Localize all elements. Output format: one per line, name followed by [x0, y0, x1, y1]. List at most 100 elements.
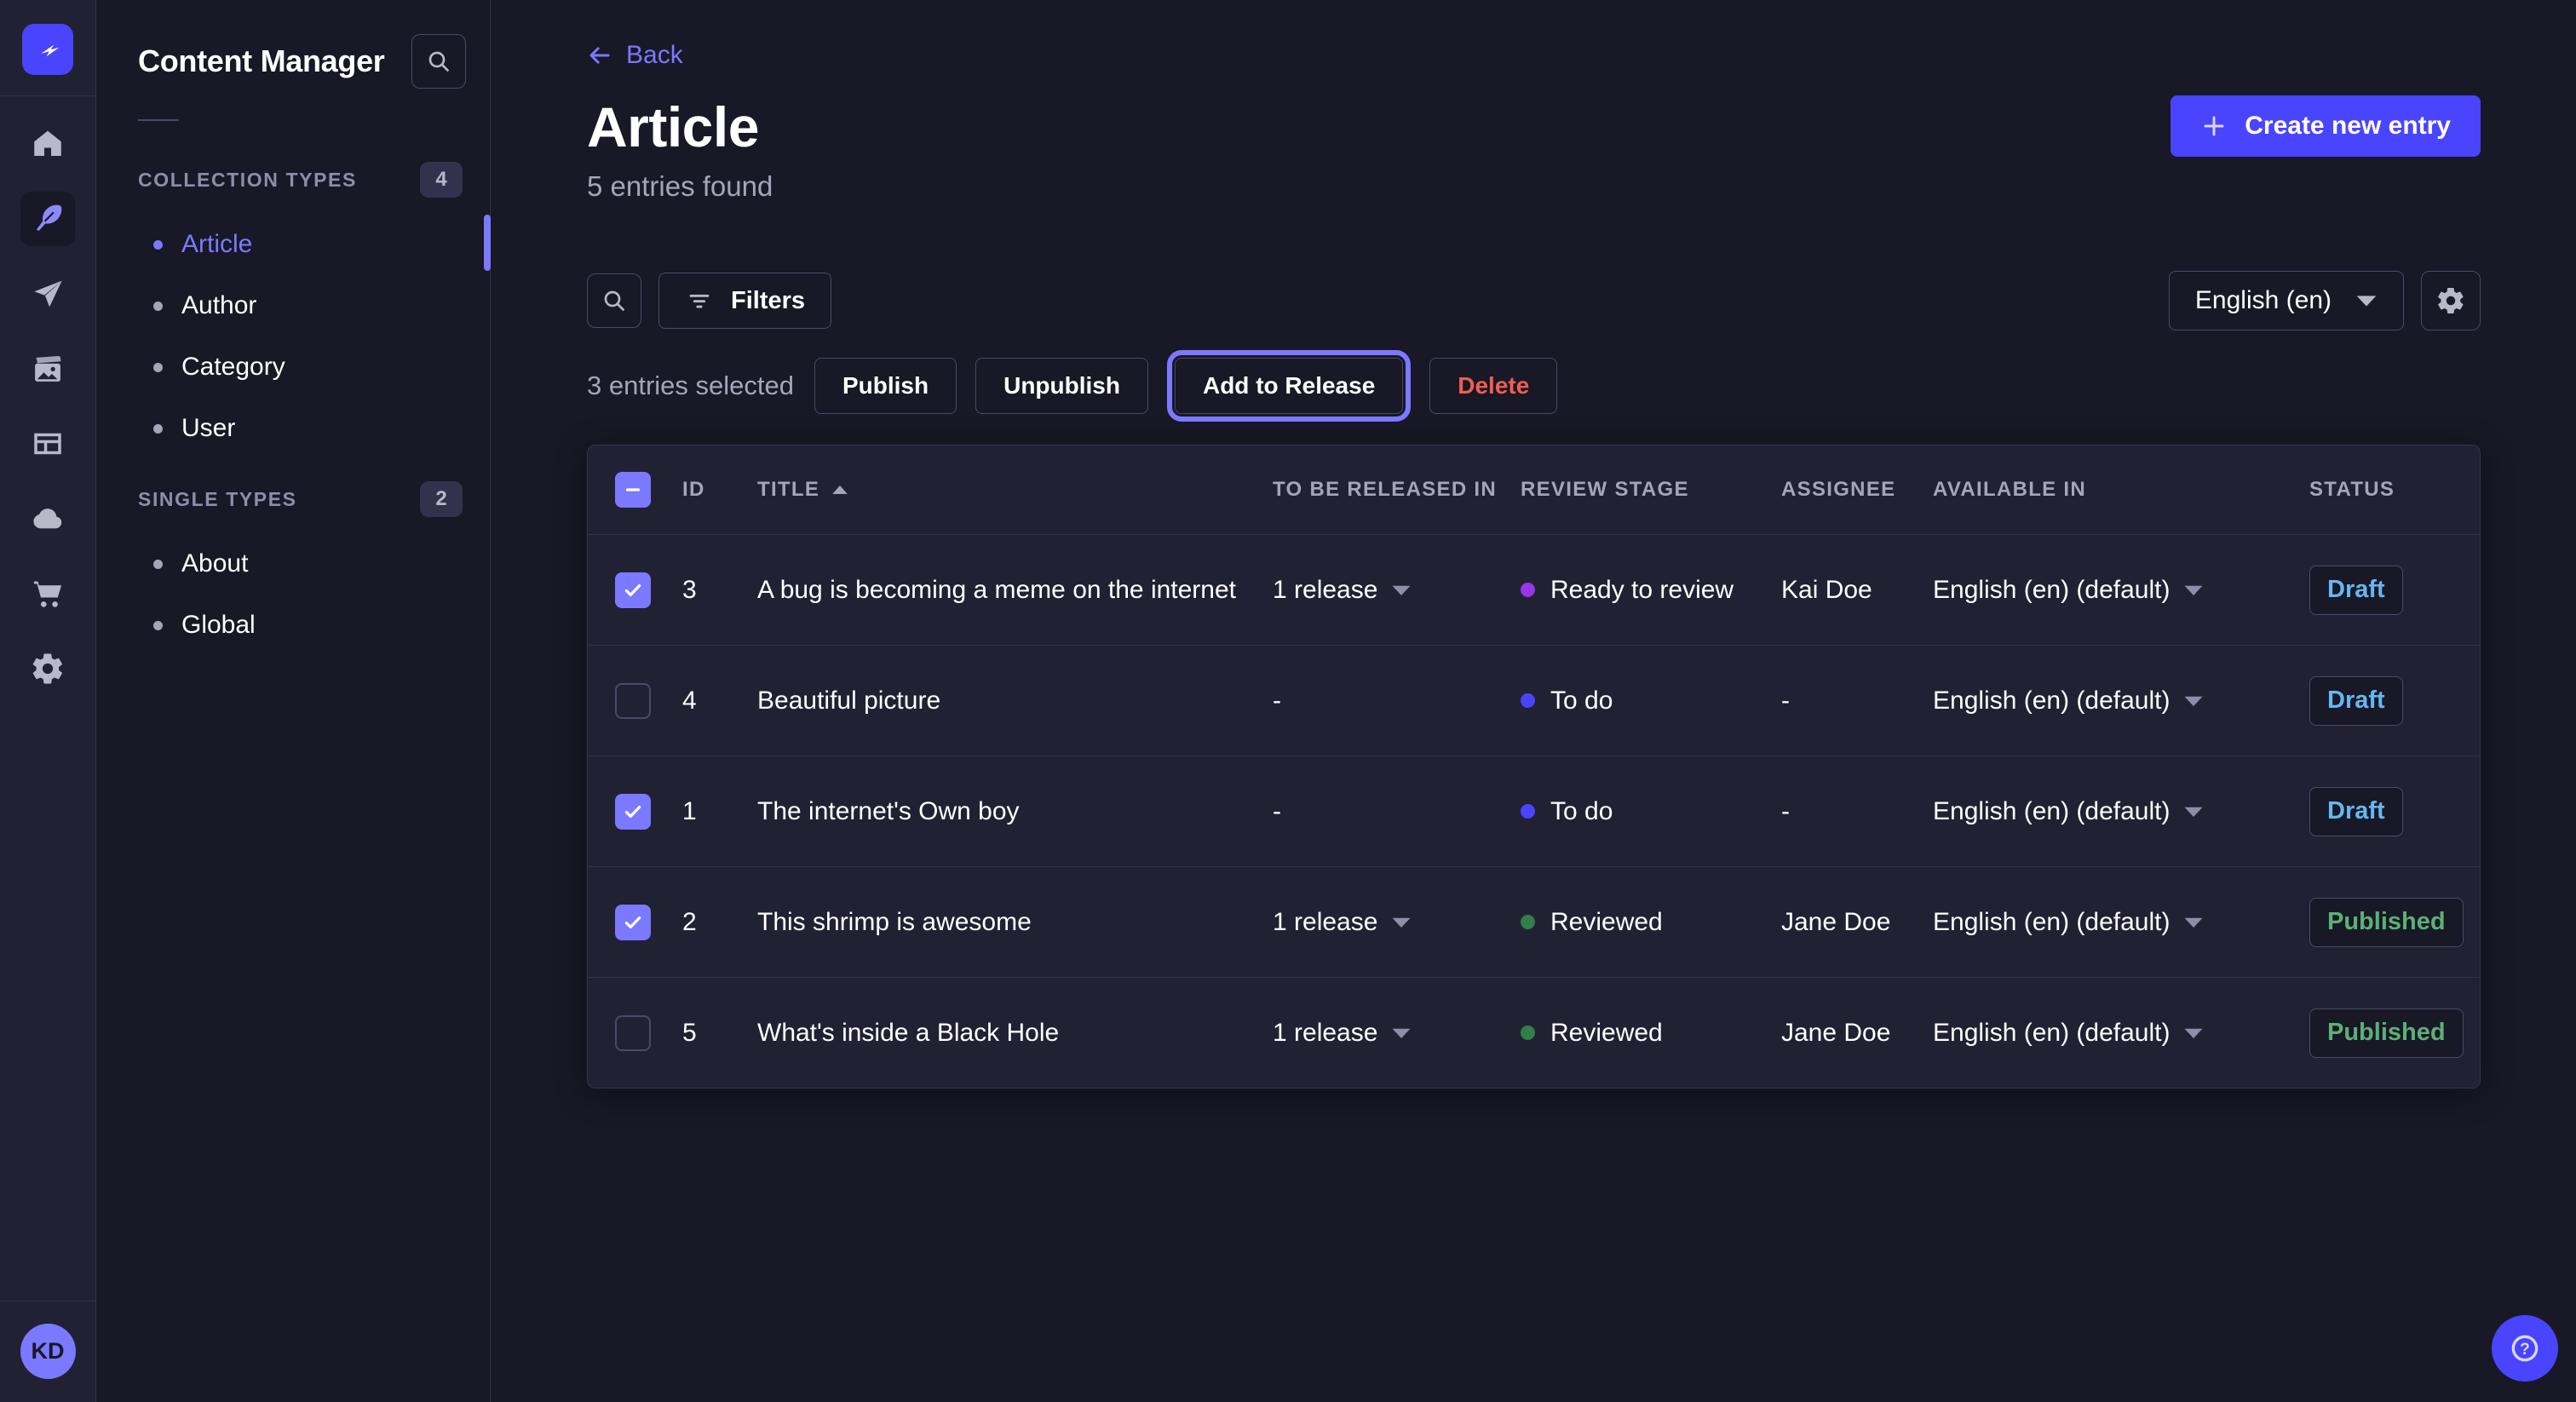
cell-id: 1 — [682, 797, 757, 826]
bullet-icon — [153, 621, 163, 630]
cell-status: Draft — [2309, 566, 2480, 615]
strapi-logo[interactable] — [22, 24, 73, 75]
column-header-review-stage: REVIEW STAGE — [1521, 478, 1781, 502]
cell-assignee: - — [1781, 797, 1933, 826]
list-search-button[interactable] — [587, 273, 641, 328]
cell-release[interactable]: 1 release — [1273, 908, 1521, 937]
locale-select[interactable]: English (en) — [2169, 271, 2404, 330]
nav-item-article[interactable]: Article — [97, 214, 490, 275]
nav-item-user[interactable]: User — [97, 398, 490, 459]
rail-item-media-library[interactable] — [20, 342, 75, 396]
nav-item-author[interactable]: Author — [97, 275, 490, 336]
main-nav-rail: KD — [0, 0, 96, 1402]
table-row[interactable]: 5 What's inside a Black Hole 1 release R… — [588, 977, 2480, 1088]
release-count: 1 release — [1273, 576, 1377, 605]
cell-review-stage: To do — [1521, 687, 1781, 715]
cell-id: 5 — [682, 1019, 757, 1048]
table-row[interactable]: 1 The internet's Own boy - To do - Engli… — [588, 756, 2480, 866]
column-header-title[interactable]: TITLE — [757, 478, 1273, 502]
help-button[interactable]: ? — [2492, 1315, 2558, 1382]
chevron-down-icon — [2183, 805, 2204, 819]
create-new-entry-button[interactable]: Create new entry — [2171, 95, 2481, 157]
column-header-status: STATUS — [2309, 478, 2480, 502]
nav-item-label: Author — [181, 291, 256, 320]
row-checkbox[interactable] — [615, 1015, 651, 1051]
row-checkbox[interactable] — [615, 905, 651, 940]
table-body: 3 A bug is becoming a meme on the intern… — [588, 534, 2480, 1088]
stage-dot-icon — [1521, 1026, 1535, 1040]
add-to-release-button[interactable]: Add to Release — [1175, 358, 1403, 414]
question-mark-icon: ? — [2508, 1331, 2542, 1365]
cell-status: Published — [2309, 1008, 2480, 1058]
nav-item-global[interactable]: Global — [97, 595, 490, 656]
nav-item-label: Category — [181, 353, 285, 382]
view-settings-button[interactable] — [2421, 271, 2481, 330]
table-row[interactable]: 2 This shrimp is awesome 1 release Revie… — [588, 866, 2480, 977]
rail-item-releases[interactable] — [20, 267, 75, 321]
rail-item-home[interactable] — [20, 117, 75, 171]
gear-icon — [2435, 285, 2466, 316]
nav-item-category[interactable]: Category — [97, 336, 490, 398]
content-manager-subnav: Content Manager COLLECTION TYPES 4 Artic… — [97, 0, 491, 1402]
locale-label: English (en) (default) — [1933, 687, 2170, 715]
cell-available-in[interactable]: English (en) (default) — [1933, 576, 2309, 605]
release-count: - — [1273, 687, 1281, 715]
subnav-search-button[interactable] — [411, 34, 466, 89]
cell-available-in[interactable]: English (en) (default) — [1933, 908, 2309, 937]
active-item-indicator — [484, 215, 491, 271]
create-new-entry-label: Create new entry — [2245, 112, 2451, 141]
delete-button[interactable]: Delete — [1429, 358, 1557, 414]
nav-item-label: Global — [181, 611, 256, 640]
publish-button[interactable]: Publish — [814, 358, 957, 414]
column-header-id[interactable]: ID — [682, 478, 757, 502]
select-all-checkbox[interactable] — [615, 472, 651, 508]
nav-item-label: About — [181, 549, 248, 578]
nav-section-count: 2 — [420, 481, 463, 517]
paper-plane-icon — [30, 276, 66, 312]
rail-item-content-manager[interactable] — [20, 192, 75, 246]
row-checkbox[interactable] — [615, 794, 651, 830]
search-icon — [425, 48, 452, 75]
stage-dot-icon — [1521, 583, 1535, 597]
cell-available-in[interactable]: English (en) (default) — [1933, 687, 2309, 715]
main-content: Back Article 5 entries found Create new … — [492, 0, 2576, 1402]
column-header-to-be-released-in: TO BE RELEASED IN — [1273, 478, 1521, 502]
cell-available-in[interactable]: English (en) (default) — [1933, 797, 2309, 826]
rail-item-content-type-builder[interactable] — [20, 417, 75, 471]
release-count: 1 release — [1273, 1019, 1377, 1048]
cell-release[interactable]: 1 release — [1273, 576, 1521, 605]
nav-item-label: User — [181, 414, 235, 443]
table-row[interactable]: 4 Beautiful picture - To do - English (e… — [588, 645, 2480, 756]
row-checkbox[interactable] — [615, 572, 651, 608]
cell-assignee: - — [1781, 687, 1933, 715]
stage-label: To do — [1550, 797, 1613, 826]
rail-item-cloud[interactable] — [20, 491, 75, 546]
row-checkbox[interactable] — [615, 683, 651, 719]
chevron-down-icon — [2183, 694, 2204, 708]
cell-id: 3 — [682, 576, 757, 605]
bullet-icon — [153, 302, 163, 311]
cell-assignee: Jane Doe — [1781, 908, 1933, 937]
cell-available-in[interactable]: English (en) (default) — [1933, 1019, 2309, 1048]
table-row[interactable]: 3 A bug is becoming a meme on the intern… — [588, 534, 2480, 645]
cell-title: The internet's Own boy — [757, 797, 1273, 826]
search-icon — [601, 287, 628, 314]
filters-button[interactable]: Filters — [658, 273, 831, 329]
unpublish-button[interactable]: Unpublish — [975, 358, 1148, 414]
locale-value: English (en) — [2195, 286, 2332, 315]
release-count: 1 release — [1273, 908, 1377, 937]
user-avatar[interactable]: KD — [20, 1324, 76, 1379]
subnav-divider — [138, 119, 179, 121]
cell-id: 2 — [682, 908, 757, 937]
arrow-left-icon — [587, 43, 612, 68]
stage-label: Reviewed — [1550, 908, 1663, 937]
filters-label: Filters — [731, 287, 805, 315]
cell-release[interactable]: 1 release — [1273, 1019, 1521, 1048]
rail-item-settings[interactable] — [20, 641, 75, 696]
nav-list: Article Author Category User — [97, 214, 490, 459]
rail-item-marketplace[interactable] — [20, 566, 75, 621]
layout-icon — [30, 426, 66, 462]
back-link[interactable]: Back — [587, 41, 683, 70]
nav-item-about[interactable]: About — [97, 533, 490, 595]
check-icon — [622, 579, 644, 601]
